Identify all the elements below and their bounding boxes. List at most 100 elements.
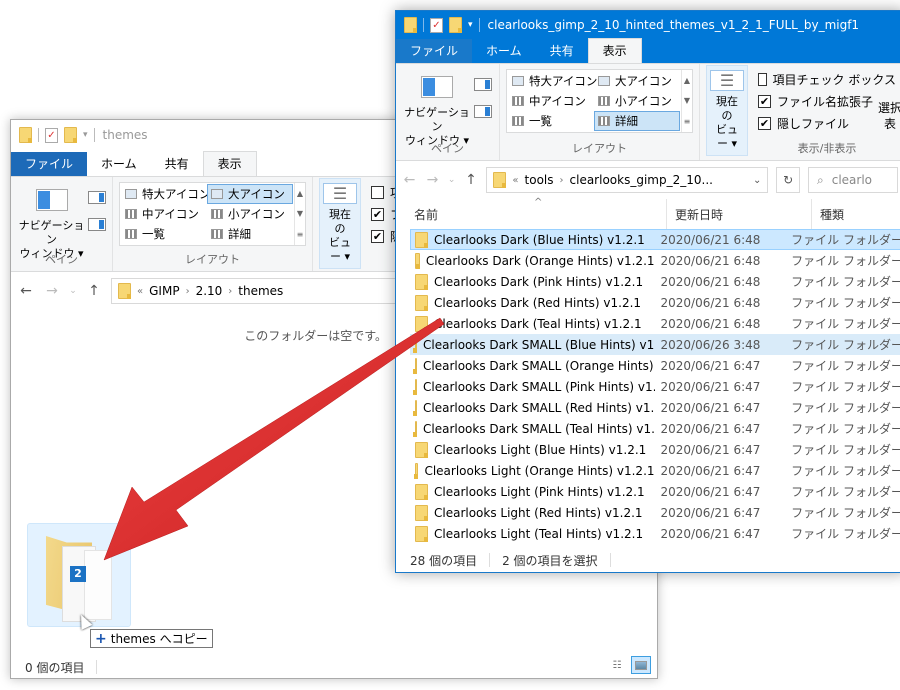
layout-option[interactable]: 小アイコン — [594, 91, 680, 111]
layout-option[interactable]: 大アイコン — [594, 71, 680, 91]
file-row[interactable]: Clearlooks Light (Pink Hints) v1.2.1 2020… — [410, 481, 900, 502]
overflow-chevron[interactable]: « — [137, 286, 143, 297]
address-bar[interactable]: « tools › clearlooks_gimp_2_10... ⌄ — [486, 167, 769, 193]
layout-option[interactable]: 詳細 — [594, 111, 680, 131]
layout-option[interactable]: 小アイコン — [207, 204, 293, 224]
file-row[interactable]: Clearlooks Dark (Blue Hints) v1.2.1 2020/… — [410, 229, 900, 250]
layout-option[interactable]: 特大アイコン — [508, 71, 597, 91]
column-header-type[interactable]: 種類 — [812, 199, 844, 229]
file-row[interactable]: Clearlooks Light (Blue Hints) v1.2.1 2020… — [410, 439, 900, 460]
folder-icon — [415, 231, 428, 248]
checkbox-checked[interactable]: ✔ — [371, 207, 384, 221]
forward-button[interactable]: → — [425, 172, 440, 188]
tab-view[interactable]: 表示 — [202, 151, 257, 176]
file-row[interactable]: Clearlooks Dark (Orange Hints) v1.2.1 202… — [410, 250, 900, 271]
file-row[interactable]: Clearlooks Light (Teal Hints) v1.2.1 2020… — [410, 523, 900, 544]
preview-pane-icon[interactable] — [88, 191, 106, 204]
tab-home[interactable]: ホーム — [472, 39, 536, 63]
properties-icon[interactable]: ✓ — [45, 127, 58, 143]
refresh-button[interactable]: ↻ — [776, 167, 800, 193]
new-folder-icon[interactable] — [449, 17, 462, 33]
checkbox-row[interactable]: ✔ ファイル名拡張子 — [758, 90, 896, 112]
scroll-up-icon[interactable]: ▲ — [684, 76, 690, 85]
file-row[interactable]: Clearlooks Dark SMALL (Pink Hints) v1.2.… — [410, 376, 900, 397]
checkbox-checked[interactable]: ✔ — [758, 116, 771, 130]
breadcrumb-current[interactable]: clearlooks_gimp_2_10... — [570, 173, 713, 187]
layout-option[interactable]: 中アイコン — [508, 91, 594, 111]
checkbox-unchecked[interactable] — [371, 185, 384, 199]
customize-dropdown-icon[interactable]: ▾ — [83, 130, 88, 140]
chevron-right-icon[interactable]: › — [186, 286, 190, 297]
address-dropdown-icon[interactable]: ⌄ — [753, 175, 761, 186]
checkbox-row[interactable]: ✔ 隠しファイル — [758, 112, 896, 134]
current-view-button[interactable]: ☰ 現在の ビュー ▾ — [319, 178, 361, 269]
properties-icon[interactable]: ✓ — [430, 17, 443, 33]
file-name-cell: Clearlooks Dark SMALL (Pink Hints) v1.2.… — [411, 378, 655, 395]
up-button[interactable]: ↑ — [85, 283, 103, 299]
breadcrumb-2-10[interactable]: 2.10 — [196, 284, 223, 298]
tab-share[interactable]: 共有 — [151, 152, 203, 176]
file-row[interactable]: Clearlooks Light (Orange Hints) v1.2.1 20… — [410, 460, 900, 481]
checkbox-row[interactable]: 項目チェック ボックス — [758, 68, 896, 90]
hide-selected-button[interactable]: 選択 表 — [878, 100, 900, 132]
tab-file[interactable]: ファイル — [396, 39, 473, 63]
file-row[interactable]: Clearlooks Dark SMALL (Red Hints) v1.2.1… — [410, 397, 900, 418]
back-button[interactable]: ← — [402, 172, 417, 188]
file-row[interactable]: Clearlooks Dark SMALL (Teal Hints) v1.2.… — [410, 418, 900, 439]
file-name: Clearlooks Dark SMALL (Teal Hints) v1.2.… — [423, 421, 655, 436]
scroll-down-icon[interactable]: ▼ — [297, 209, 303, 218]
back-button[interactable]: ← — [17, 283, 35, 299]
overflow-chevron[interactable]: « — [512, 175, 518, 186]
column-header-date[interactable]: 更新日時 — [667, 199, 812, 229]
file-row[interactable]: Clearlooks Dark SMALL (Orange Hints) v1.… — [410, 355, 900, 376]
chevron-right-icon[interactable]: › — [228, 286, 232, 297]
tab-home[interactable]: ホーム — [87, 152, 151, 176]
tab-share[interactable]: 共有 — [536, 39, 588, 63]
recent-dropdown[interactable]: ⌄ — [448, 175, 456, 185]
recent-dropdown[interactable]: ⌄ — [69, 286, 77, 296]
new-folder-icon[interactable] — [64, 127, 77, 143]
layout-option[interactable]: 特大アイコン — [121, 184, 210, 204]
breadcrumb-gimp[interactable]: GIMP — [149, 284, 179, 298]
column-header-name[interactable]: 名前 — [396, 199, 667, 229]
chevron-right-icon[interactable]: › — [560, 175, 564, 186]
customize-dropdown-icon[interactable]: ▾ — [468, 20, 473, 30]
preview-pane-icon[interactable] — [474, 78, 492, 91]
up-button[interactable]: ↑ — [463, 172, 478, 188]
checkbox-checked[interactable]: ✔ — [758, 94, 771, 108]
large-icons-view-button[interactable] — [631, 656, 651, 674]
layout-option[interactable]: 詳細 — [207, 224, 293, 244]
file-row[interactable]: Clearlooks Dark (Red Hints) v1.2.1 2020/0… — [410, 292, 900, 313]
file-name-cell: Clearlooks Dark (Teal Hints) v1.2.1 — [411, 315, 655, 332]
checkbox-checked[interactable]: ✔ — [371, 229, 384, 243]
breadcrumb-themes[interactable]: themes — [238, 284, 283, 298]
scroll-down-icon[interactable]: ▼ — [684, 96, 690, 105]
file-row[interactable]: Clearlooks Light (Red Hints) v1.2.1 2020/… — [410, 502, 900, 523]
search-input[interactable]: ⌕ clearlo — [808, 167, 898, 193]
ribbon: ナビゲーション ウィンドウ ▾ ペイン 特大アイコン 大アイコン 中アイコン 小アイコ… — [396, 63, 900, 161]
file-row[interactable]: Clearlooks Dark (Pink Hints) v1.2.1 2020/… — [410, 271, 900, 292]
file-row[interactable]: Clearlooks Dark (Teal Hints) v1.2.1 2020/… — [410, 313, 900, 334]
forward-button[interactable]: → — [43, 283, 61, 299]
drag-count-badge: 2 — [70, 566, 86, 582]
file-row[interactable]: Clearlooks Dark SMALL (Blue Hints) v1.2.… — [410, 334, 900, 355]
scroll-up-icon[interactable]: ▲ — [297, 189, 303, 198]
tab-file[interactable]: ファイル — [11, 152, 88, 176]
layout-option-label: 小アイコン — [228, 207, 285, 221]
details-pane-icon[interactable] — [88, 218, 106, 231]
file-name: Clearlooks Light (Blue Hints) v1.2.1 — [434, 442, 647, 457]
breadcrumb-tools[interactable]: tools — [525, 173, 554, 187]
layout-option[interactable]: 中アイコン — [121, 204, 207, 224]
item-count: 28 個の項目 — [410, 553, 478, 568]
layout-option[interactable]: 一覧 — [121, 224, 207, 244]
expand-gallery-icon[interactable]: ≡ — [297, 230, 304, 239]
current-view-button[interactable]: ☰ 現在の ビュー ▾ — [706, 65, 748, 156]
checkbox-unchecked[interactable] — [758, 72, 767, 86]
tab-view[interactable]: 表示 — [587, 38, 642, 63]
folder-icon — [415, 441, 428, 458]
details-pane-icon[interactable] — [474, 105, 492, 118]
details-view-button[interactable]: ☷ — [607, 656, 627, 674]
layout-option[interactable]: 一覧 — [508, 111, 594, 131]
expand-gallery-icon[interactable]: ≡ — [684, 117, 691, 126]
layout-option[interactable]: 大アイコン — [207, 184, 293, 204]
